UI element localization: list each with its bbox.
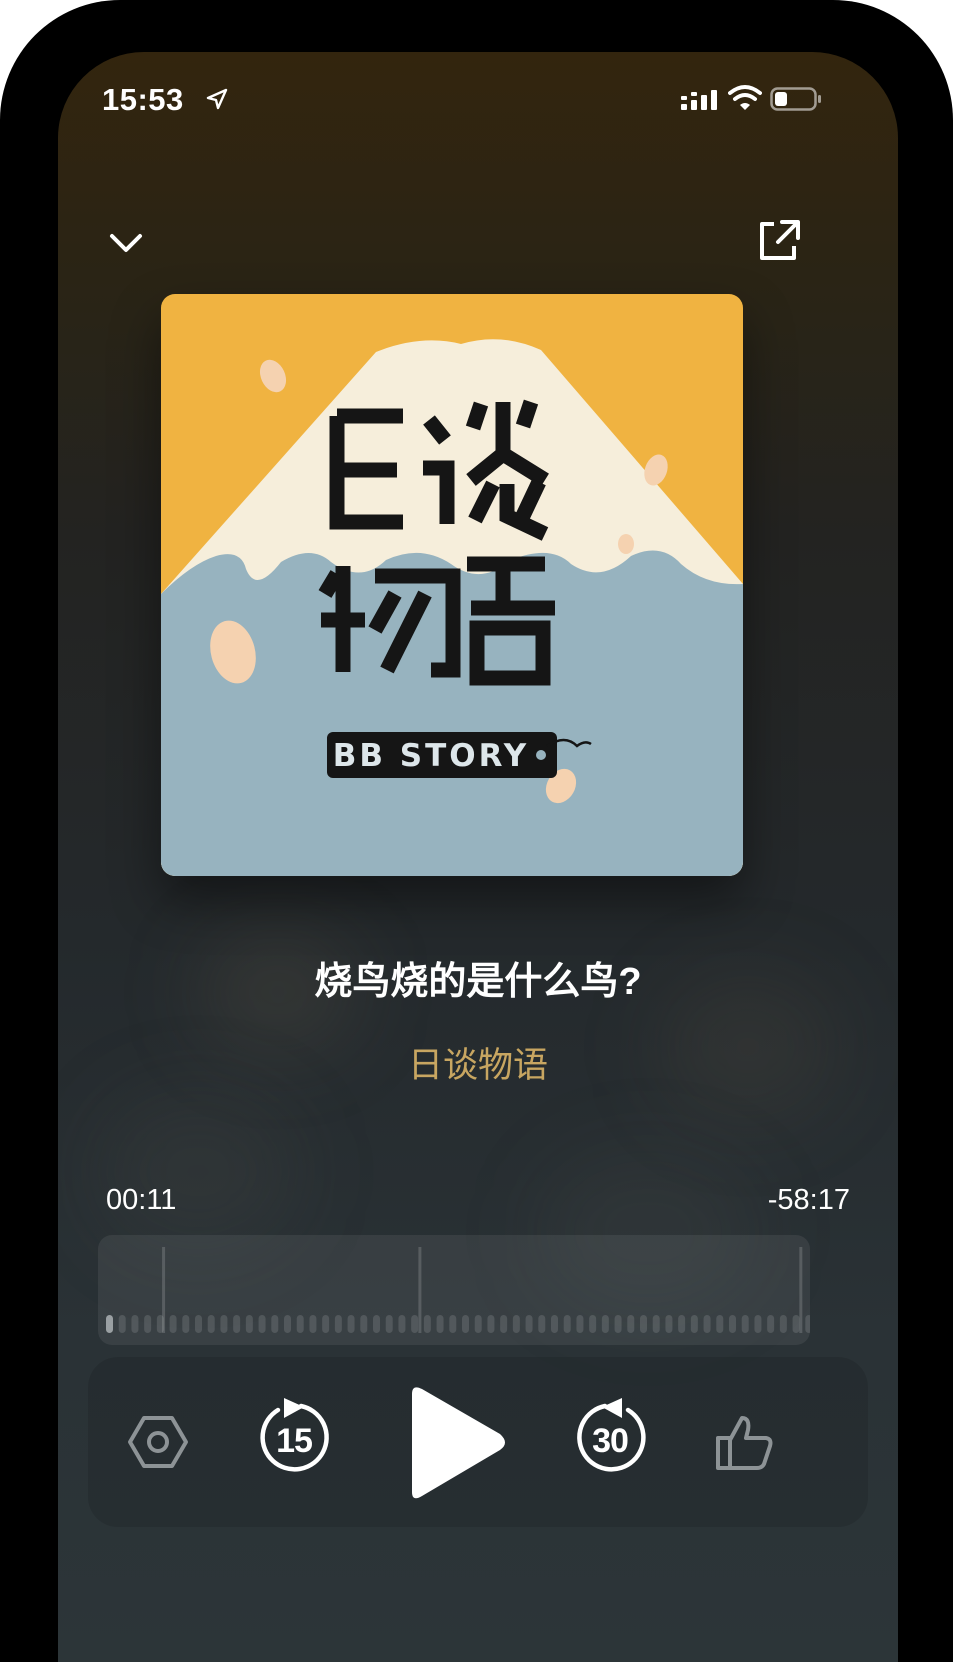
waveform-bar (614, 1315, 622, 1333)
settings-hexagon-icon[interactable] (126, 1410, 190, 1474)
location-arrow-icon (206, 88, 228, 110)
waveform-bar (512, 1315, 520, 1333)
waveform-bar (436, 1315, 444, 1333)
waveform-bar (233, 1315, 241, 1333)
status-bar: 15:53 (58, 52, 898, 152)
skip-forward-button[interactable]: 30 (570, 1396, 652, 1482)
remaining-time: -58:17 (767, 1184, 850, 1216)
collapse-chevron-down-icon[interactable] (98, 214, 154, 270)
waveform-bars (106, 1247, 813, 1333)
waveform-scrubber[interactable] (98, 1235, 813, 1345)
waveform-bar (296, 1315, 304, 1333)
waveform-bar (640, 1315, 647, 1333)
thumbs-up-icon[interactable] (714, 1412, 776, 1474)
share-icon[interactable] (750, 212, 806, 268)
waveform-bar (169, 1315, 177, 1333)
waveform-bar (373, 1315, 380, 1333)
chapter-marker (162, 1247, 166, 1333)
waveform-bar (258, 1315, 266, 1333)
waveform-bar (525, 1315, 533, 1333)
waveform-bar (576, 1315, 584, 1333)
waveform-bar (538, 1315, 546, 1333)
waveform-bar (449, 1315, 457, 1333)
waveform-bar (652, 1315, 660, 1333)
waveform-bar (144, 1315, 152, 1333)
wifi-icon (728, 85, 762, 110)
chapter-marker (418, 1247, 422, 1333)
waveform-bar (118, 1315, 126, 1333)
podcast-name-link[interactable]: 日谈物语 (58, 1037, 898, 1088)
waveform-bar (182, 1315, 190, 1333)
chapter-marker (799, 1247, 803, 1333)
waveform-bar (271, 1315, 279, 1333)
waveform-bar (779, 1315, 787, 1333)
waveform-bar (563, 1315, 571, 1333)
skip-forward-label: 30 (592, 1422, 629, 1460)
waveform-bar (309, 1315, 317, 1333)
waveform-bar (385, 1315, 393, 1333)
waveform-bar (792, 1315, 800, 1333)
elapsed-time: 00:11 (106, 1184, 177, 1216)
waveform-bar (767, 1315, 775, 1333)
waveform-bar (322, 1315, 330, 1333)
waveform-bar (487, 1315, 495, 1333)
waveform-bar (220, 1315, 228, 1333)
waveform-bar (665, 1315, 673, 1333)
cellular-signal-icon (681, 90, 717, 110)
waveform-bar (601, 1315, 609, 1333)
waveform-bar (106, 1315, 113, 1333)
waveform-bar (690, 1315, 698, 1333)
waveform-bar (805, 1315, 813, 1333)
waveform-bar (551, 1315, 558, 1333)
waveform-bar (131, 1315, 139, 1333)
waveform-bar (474, 1315, 482, 1333)
waveform-bar (398, 1315, 406, 1333)
waveform-bar (334, 1315, 342, 1333)
device-frame: 15:53 BB STORY 烧鸟烧的是什么鸟? 日谈物语 00:11 -58:… (0, 0, 953, 1662)
waveform-bar (284, 1315, 291, 1333)
play-icon[interactable] (402, 1382, 512, 1504)
waveform-bar (729, 1315, 736, 1333)
waveform-bar (703, 1315, 711, 1333)
waveform-bar (678, 1315, 686, 1333)
waveform-bar (245, 1315, 253, 1333)
skip-back-label: 15 (276, 1422, 313, 1460)
waveform-bar (423, 1315, 431, 1333)
waveform-bar (716, 1315, 724, 1333)
episode-title: 烧鸟烧的是什么鸟? (314, 961, 642, 1003)
waveform-bar (500, 1315, 508, 1333)
waveform-bar (754, 1315, 762, 1333)
waveform-bar (462, 1315, 469, 1333)
waveform-bar (195, 1315, 202, 1333)
waveform-bar (347, 1315, 355, 1333)
waveform-bar (589, 1315, 597, 1333)
waveform-bar (741, 1315, 749, 1333)
waveform-bar (411, 1315, 419, 1333)
cover-logo-text: BB STORY (333, 738, 530, 774)
status-time: 15:53 (102, 82, 184, 117)
waveform-bar (360, 1315, 368, 1333)
waveform-bar (207, 1315, 215, 1333)
waveform-bar (627, 1315, 635, 1333)
episode-cover-art: BB STORY (161, 294, 743, 876)
battery-icon (770, 87, 821, 111)
cover-illustration: BB STORY (161, 294, 743, 876)
player-screen: 15:53 BB STORY 烧鸟烧的是什么鸟? 日谈物语 00:11 -58:… (58, 52, 898, 1662)
skip-back-button[interactable]: 15 (254, 1396, 336, 1482)
